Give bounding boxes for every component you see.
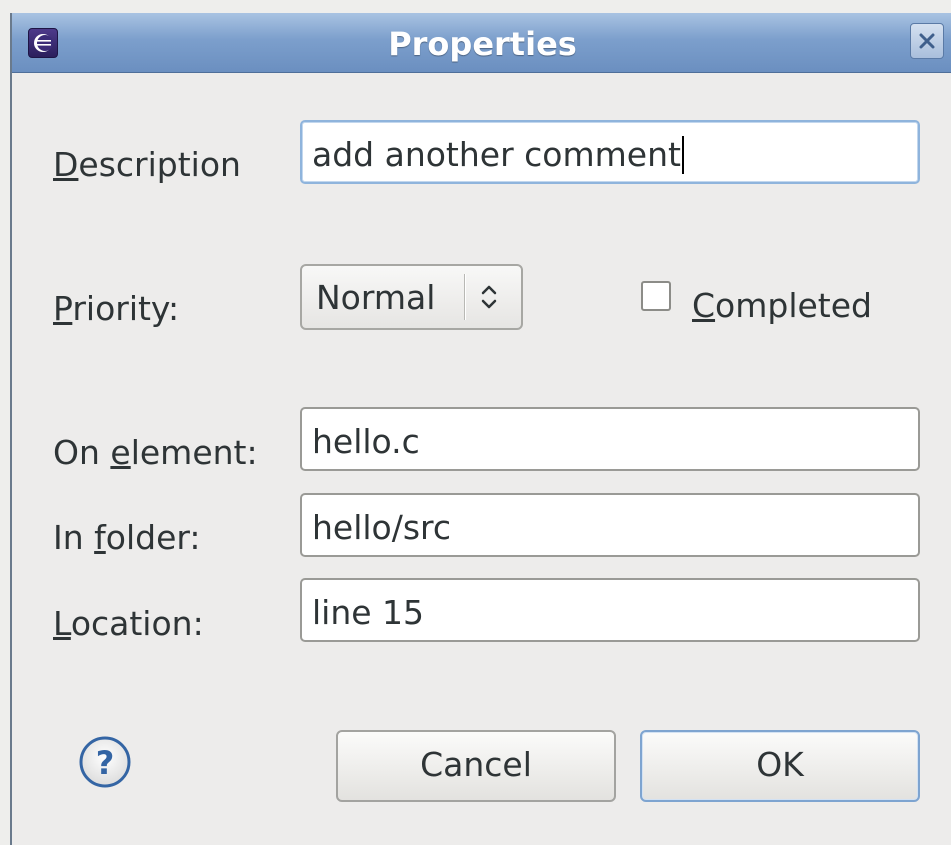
location-label: Location: — [53, 604, 204, 643]
on-element-label: On element: — [53, 433, 258, 472]
close-icon — [919, 33, 935, 49]
text-caret — [681, 136, 684, 174]
combo-separator — [464, 274, 465, 320]
location-field[interactable]: line 15 — [300, 578, 920, 642]
ok-button[interactable]: OK — [640, 730, 920, 802]
in-folder-field[interactable]: hello/src — [300, 493, 920, 557]
close-button[interactable] — [910, 23, 944, 59]
properties-dialog: Properties Description add another comme… — [10, 13, 951, 845]
description-label: Description — [53, 145, 241, 184]
priority-label: Priority: — [53, 289, 180, 328]
help-icon[interactable]: ? — [78, 735, 132, 789]
svg-text:?: ? — [96, 744, 115, 782]
priority-select[interactable]: Normal — [300, 264, 523, 330]
on-element-field[interactable]: hello.c — [300, 407, 920, 471]
cancel-button[interactable]: Cancel — [336, 730, 616, 802]
completed-checkbox[interactable] — [641, 281, 671, 311]
in-folder-label: In folder: — [53, 518, 201, 557]
description-input[interactable]: add another comment — [300, 120, 920, 184]
title-bar[interactable]: Properties — [12, 13, 951, 73]
dialog-title: Properties — [388, 25, 577, 63]
completed-label[interactable]: Completed — [692, 286, 872, 325]
priority-selected-value: Normal — [316, 278, 436, 317]
up-down-chevron-icon — [481, 285, 497, 309]
